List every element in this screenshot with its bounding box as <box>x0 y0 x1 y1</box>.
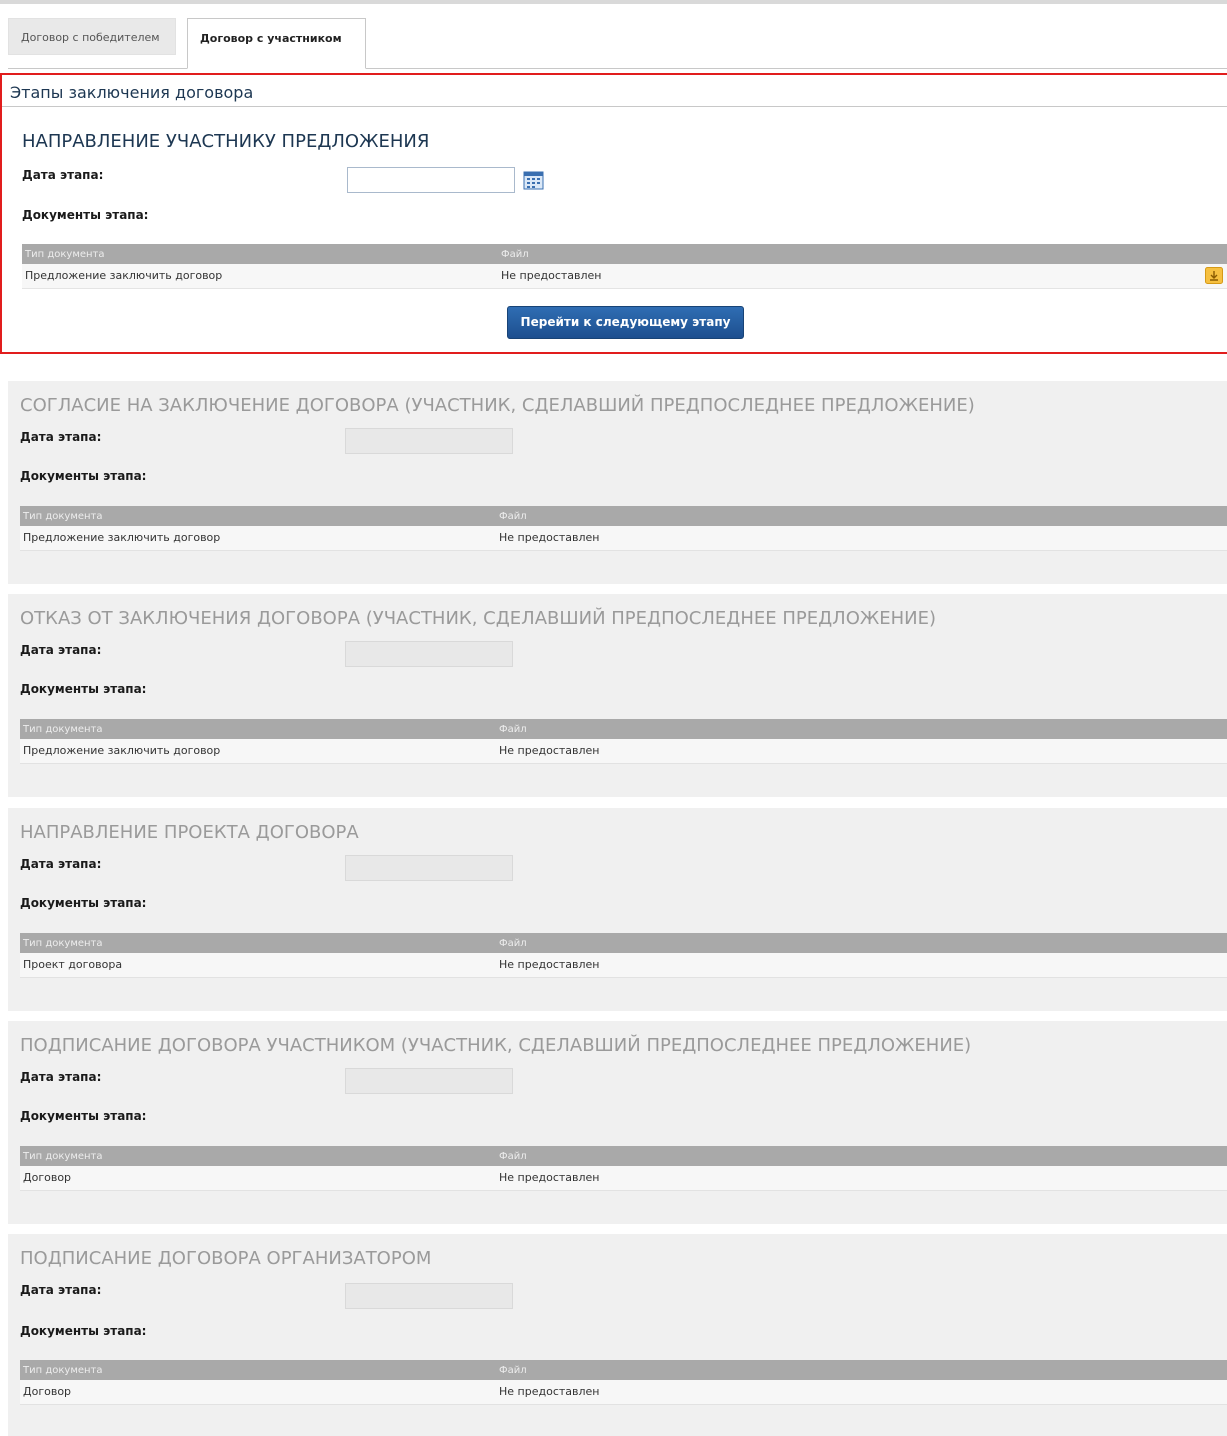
table-row: Проект договора Не предоставлен <box>20 953 1227 978</box>
documents-label: Документы этапа: <box>22 208 149 222</box>
doc-type-cell: Проект договора <box>23 958 123 971</box>
stage-title: НАПРАВЛЕНИЕ ПРОЕКТА ДОГОВОРА <box>20 822 359 843</box>
column-file: Файл <box>499 938 527 949</box>
date-label: Дата этапа: <box>20 1283 102 1297</box>
date-label: Дата этапа: <box>20 857 102 871</box>
column-doc-type: Тип документа <box>23 938 103 949</box>
stage-block: НАПРАВЛЕНИЕ ПРОЕКТА ДОГОВОРА Дата этапа:… <box>8 808 1227 1011</box>
next-stage-button[interactable]: Перейти к следующему этапу <box>507 306 744 339</box>
doc-type-cell: Предложение заключить договор <box>25 269 223 282</box>
stage-date-field-disabled <box>345 1283 513 1309</box>
stage-title: ОТКАЗ ОТ ЗАКЛЮЧЕНИЯ ДОГОВОРА (УЧАСТНИК, … <box>20 608 937 629</box>
file-cell: Не предоставлен <box>499 958 600 971</box>
documents-table-header: Тип документа Файл <box>20 1360 1227 1380</box>
tab-contract-with-participant[interactable]: Договор с участником <box>187 18 366 69</box>
stage-date-input[interactable] <box>347 167 515 193</box>
documents-label: Документы этапа: <box>20 1109 147 1123</box>
stage-date-field-disabled <box>345 1068 513 1094</box>
stage-block: СОГЛАСИЕ НА ЗАКЛЮЧЕНИЕ ДОГОВОРА (УЧАСТНИ… <box>8 381 1227 584</box>
table-row: Предложение заключить договор Не предост… <box>20 739 1227 764</box>
column-file: Файл <box>499 1151 527 1162</box>
top-divider <box>0 0 1227 4</box>
stages-heading: Этапы заключения договора <box>10 83 254 102</box>
tab-bar: Договор с победителем Договор с участник… <box>8 18 1227 69</box>
documents-label: Документы этапа: <box>20 682 147 696</box>
tab-contract-with-winner[interactable]: Договор с победителем <box>8 18 176 55</box>
column-file: Файл <box>501 249 529 260</box>
column-doc-type: Тип документа <box>23 724 103 735</box>
file-cell: Не предоставлен <box>499 531 600 544</box>
stage-block: ОТКАЗ ОТ ЗАКЛЮЧЕНИЯ ДОГОВОРА (УЧАСТНИК, … <box>8 594 1227 797</box>
stage-date-field-disabled <box>345 428 513 454</box>
column-file: Файл <box>499 511 527 522</box>
table-row: Договор Не предоставлен <box>20 1166 1227 1191</box>
stages-heading-divider <box>2 106 1227 107</box>
stage-block: ПОДПИСАНИЕ ДОГОВОРА УЧАСТНИКОМ (УЧАСТНИК… <box>8 1021 1227 1224</box>
documents-table-header: Тип документа Файл <box>20 506 1227 526</box>
file-cell: Не предоставлен <box>499 1171 600 1184</box>
doc-type-cell: Договор <box>23 1171 72 1184</box>
column-doc-type: Тип документа <box>25 249 105 260</box>
stage-title: СОГЛАСИЕ НА ЗАКЛЮЧЕНИЕ ДОГОВОРА (УЧАСТНИ… <box>20 395 975 416</box>
stages-panel-highlighted: Этапы заключения договора НАПРАВЛЕНИЕ УЧ… <box>0 73 1227 354</box>
documents-label: Документы этапа: <box>20 469 147 483</box>
date-label: Дата этапа: <box>20 643 102 657</box>
documents-table-header: Тип документа Файл <box>20 1146 1227 1166</box>
documents-table-header: Тип документа Файл <box>20 719 1227 739</box>
documents-label: Документы этапа: <box>20 1324 147 1338</box>
documents-label: Документы этапа: <box>20 896 147 910</box>
documents-table-header: Тип документа Файл <box>22 244 1227 264</box>
stage-date-field-disabled <box>345 641 513 667</box>
stage-title: ПОДПИСАНИЕ ДОГОВОРА ОРГАНИЗАТОРОМ <box>20 1248 432 1269</box>
stage-title: НАПРАВЛЕНИЕ УЧАСТНИКУ ПРЕДЛОЖЕНИЯ <box>22 131 430 152</box>
doc-type-cell: Предложение заключить договор <box>23 531 221 544</box>
column-file: Файл <box>499 1365 527 1376</box>
column-doc-type: Тип документа <box>23 511 103 522</box>
date-label: Дата этапа: <box>22 168 104 182</box>
date-label: Дата этапа: <box>20 1070 102 1084</box>
documents-table-header: Тип документа Файл <box>20 933 1227 953</box>
date-label: Дата этапа: <box>20 430 102 444</box>
table-row: Предложение заключить договор Не предост… <box>22 264 1227 289</box>
calendar-icon[interactable] <box>523 170 544 190</box>
doc-type-cell: Предложение заключить договор <box>23 744 221 757</box>
file-cell: Не предоставлен <box>501 269 602 282</box>
column-file: Файл <box>499 724 527 735</box>
file-cell: Не предоставлен <box>499 1385 600 1398</box>
upload-icon[interactable] <box>1205 267 1223 284</box>
file-cell: Не предоставлен <box>499 744 600 757</box>
doc-type-cell: Договор <box>23 1385 72 1398</box>
stage-block: ПОДПИСАНИЕ ДОГОВОРА ОРГАНИЗАТОРОМ Дата э… <box>8 1234 1227 1436</box>
stage-date-field-disabled <box>345 855 513 881</box>
table-row: Договор Не предоставлен <box>20 1380 1227 1405</box>
stage-title: ПОДПИСАНИЕ ДОГОВОРА УЧАСТНИКОМ (УЧАСТНИК… <box>20 1035 972 1056</box>
table-row: Предложение заключить договор Не предост… <box>20 526 1227 551</box>
column-doc-type: Тип документа <box>23 1151 103 1162</box>
column-doc-type: Тип документа <box>23 1365 103 1376</box>
